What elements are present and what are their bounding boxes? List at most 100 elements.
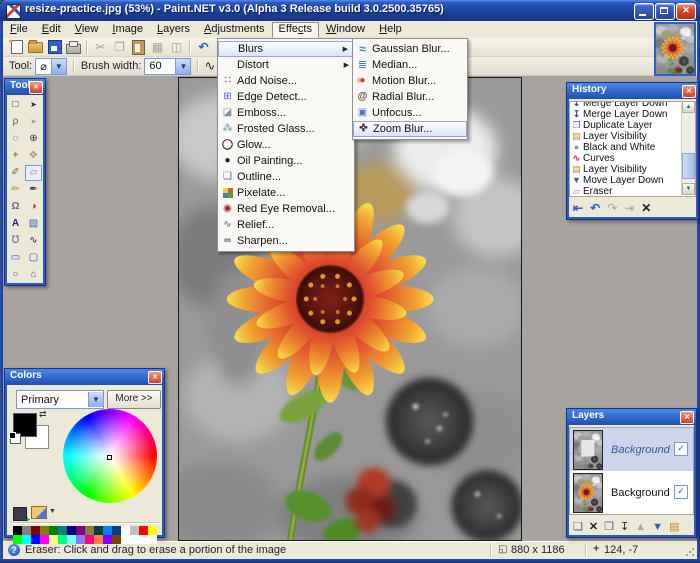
save-button[interactable] bbox=[45, 39, 64, 56]
menu-item-radial-blur[interactable]: Radial Blur... bbox=[353, 89, 467, 105]
more-button[interactable]: More >> bbox=[107, 390, 161, 409]
palette-icon[interactable] bbox=[31, 506, 47, 519]
title-bar[interactable]: resize-practice.jpg (53%) - Paint.NET v3… bbox=[0, 0, 700, 21]
deselect-button[interactable]: ◫ bbox=[167, 39, 186, 56]
gradient-tool[interactable] bbox=[25, 216, 42, 232]
color-swatch[interactable] bbox=[85, 526, 94, 535]
add-color-icon[interactable] bbox=[13, 507, 27, 521]
add-layer-button[interactable]: ❑ bbox=[573, 520, 583, 533]
maximize-button[interactable] bbox=[655, 3, 675, 20]
chevron-down-icon[interactable]: ▼ bbox=[49, 508, 56, 515]
close-icon[interactable]: ✕ bbox=[148, 371, 162, 384]
paint-bucket-tool[interactable] bbox=[7, 233, 24, 249]
menu-item-unfocus[interactable]: Unfocus... bbox=[353, 105, 467, 121]
color-swatch[interactable] bbox=[139, 526, 148, 535]
crop-button[interactable]: ▦ bbox=[148, 39, 167, 56]
color-swatch[interactable] bbox=[40, 526, 49, 535]
color-swatch[interactable] bbox=[67, 526, 76, 535]
color-swatch[interactable] bbox=[85, 535, 94, 544]
color-swatch[interactable] bbox=[13, 526, 22, 535]
layer-visible-checkbox[interactable]: ✓ bbox=[674, 485, 688, 499]
menu-item-gaussian-blur[interactable]: Gaussian Blur... bbox=[353, 41, 467, 57]
color-swatch[interactable] bbox=[31, 535, 40, 544]
color-swatch[interactable] bbox=[148, 526, 157, 535]
rectangle-select-tool[interactable] bbox=[7, 97, 24, 113]
move-layer-down-button[interactable]: ▼ bbox=[652, 521, 663, 533]
zoom-tool[interactable] bbox=[25, 131, 42, 147]
duplicate-layer-button[interactable]: ❐ bbox=[604, 520, 614, 533]
delete-layer-button[interactable]: ✕ bbox=[589, 520, 598, 533]
scrollbar-track[interactable]: ▲ ▼ bbox=[681, 101, 695, 195]
clone-stamp-tool[interactable] bbox=[7, 199, 24, 215]
scroll-up-icon[interactable]: ▲ bbox=[682, 101, 695, 113]
redo-history-button[interactable]: ↷ bbox=[607, 201, 617, 215]
menu-item-pixelate[interactable]: Pixelate... bbox=[218, 185, 354, 201]
history-item-curves[interactable]: Curves bbox=[570, 153, 682, 164]
rounded-rectangle-tool[interactable] bbox=[25, 250, 42, 266]
menu-adjustments[interactable]: Adjustments bbox=[197, 22, 272, 37]
history-item-move-layer-down[interactable]: Move Layer Down bbox=[570, 175, 682, 186]
color-swatch[interactable] bbox=[49, 535, 58, 544]
color-swatch[interactable] bbox=[67, 535, 76, 544]
pencil-tool[interactable] bbox=[7, 182, 24, 198]
move-selection-tool[interactable] bbox=[25, 114, 42, 130]
clear-history-button[interactable]: ✕ bbox=[641, 201, 651, 215]
scroll-down-icon[interactable]: ▼ bbox=[682, 183, 695, 195]
color-swatch[interactable] bbox=[58, 526, 67, 535]
color-swatch[interactable] bbox=[22, 535, 31, 544]
fast-forward-button[interactable]: ⇥ bbox=[624, 201, 634, 215]
history-item-layer-visibility[interactable]: Layer Visibility bbox=[570, 164, 682, 175]
close-icon[interactable]: ✕ bbox=[29, 81, 43, 94]
colors-palette-titlebar[interactable]: Colors ✕ bbox=[5, 369, 164, 385]
pan-tool[interactable] bbox=[25, 148, 42, 164]
close-icon[interactable]: ✕ bbox=[680, 411, 694, 424]
color-swatch[interactable] bbox=[31, 526, 40, 535]
history-item-merge-layer-down[interactable]: Merge Layer Down bbox=[570, 101, 682, 109]
menu-item-zoom-blur[interactable]: Zoom Blur... bbox=[353, 121, 467, 137]
eraser-tool[interactable] bbox=[25, 165, 42, 181]
history-item-eraser[interactable]: Eraser bbox=[570, 186, 682, 197]
undo-history-button[interactable]: ↶ bbox=[590, 201, 600, 215]
recolor-tool[interactable] bbox=[25, 199, 42, 215]
color-swatch[interactable] bbox=[58, 535, 67, 544]
menu-item-frosted-glass[interactable]: Frosted Glass... bbox=[218, 121, 354, 137]
history-item-black-and-white[interactable]: Black and White bbox=[570, 142, 682, 153]
menu-item-outline[interactable]: Outline... bbox=[218, 169, 354, 185]
color-swatch[interactable] bbox=[130, 535, 139, 544]
menu-item-red-eye-removal[interactable]: Red Eye Removal... bbox=[218, 201, 354, 217]
paste-button[interactable] bbox=[129, 39, 148, 56]
ellipse-tool[interactable] bbox=[7, 267, 24, 283]
history-palette-titlebar[interactable]: History ✕ bbox=[567, 83, 698, 99]
layer-properties-button[interactable]: ▤ bbox=[669, 520, 679, 533]
menu-item-median[interactable]: Median... bbox=[353, 57, 467, 73]
color-swatch[interactable] bbox=[22, 526, 31, 535]
scrollbar-thumb[interactable] bbox=[682, 153, 695, 179]
menu-item-oil-painting[interactable]: Oil Painting... bbox=[218, 153, 354, 169]
magic-wand-tool[interactable] bbox=[7, 148, 24, 164]
swap-colors-icon[interactable]: ⇄ bbox=[39, 409, 47, 420]
color-picker-tool[interactable] bbox=[25, 182, 42, 198]
layers-palette-titlebar[interactable]: Layers ✕ bbox=[567, 409, 696, 425]
menu-edit[interactable]: Edit bbox=[35, 22, 68, 37]
color-wheel[interactable] bbox=[63, 409, 157, 503]
freeform-shape-tool[interactable] bbox=[25, 267, 42, 283]
paintbrush-tool[interactable] bbox=[7, 165, 24, 181]
menu-window[interactable]: Window bbox=[319, 22, 372, 37]
close-button[interactable]: ✕ bbox=[676, 3, 696, 20]
history-item-merge-layer-down[interactable]: Merge Layer Down bbox=[570, 109, 682, 120]
menu-image[interactable]: Image bbox=[105, 22, 150, 37]
color-swatch[interactable] bbox=[148, 535, 157, 544]
history-item-layer-visibility[interactable]: Layer Visibility bbox=[570, 131, 682, 142]
ellipse-select-tool[interactable] bbox=[7, 131, 24, 147]
undo-button[interactable]: ↶ bbox=[194, 39, 213, 56]
layer-row[interactable]: Background✓ bbox=[570, 471, 693, 514]
color-swatch[interactable] bbox=[103, 535, 112, 544]
print-button[interactable] bbox=[64, 39, 83, 56]
menu-layers[interactable]: Layers bbox=[150, 22, 197, 37]
color-swatch[interactable] bbox=[40, 535, 49, 544]
menu-help[interactable]: Help bbox=[372, 22, 409, 37]
color-swatch[interactable] bbox=[139, 535, 148, 544]
text-tool[interactable] bbox=[7, 216, 24, 232]
color-swatch[interactable] bbox=[94, 535, 103, 544]
layer-row[interactable]: Background✓ bbox=[570, 428, 693, 471]
